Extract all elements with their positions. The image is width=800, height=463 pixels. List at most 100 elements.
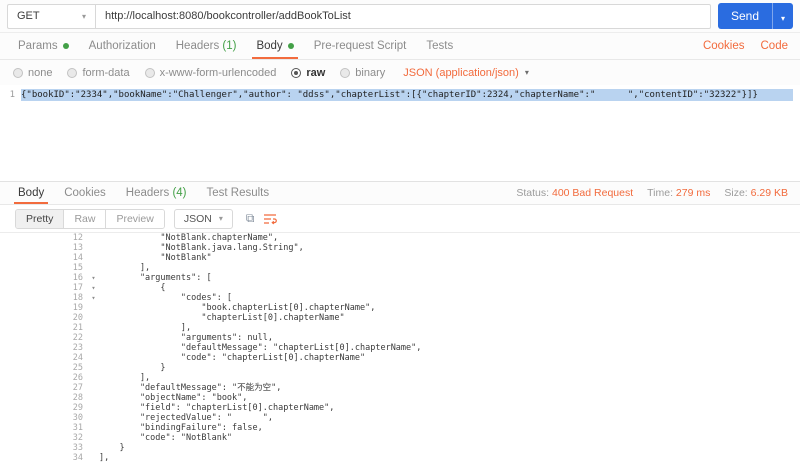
fold-gutter — [88, 303, 99, 313]
send-button-group: Send ▾ — [717, 3, 793, 29]
radio-icon — [340, 67, 351, 78]
response-viewer[interactable]: 12 "NotBlank.chapterName", 13 "NotBlank.j… — [0, 233, 800, 463]
code-text: "defaultMessage": "不能为空", — [99, 383, 282, 393]
send-options-button[interactable]: ▾ — [772, 3, 793, 29]
fold-toggle-icon[interactable]: ▾ — [88, 293, 99, 303]
copy-icon[interactable]: ⧉ — [246, 211, 255, 226]
content-type-dropdown[interactable]: JSON (application/json) ▾ — [403, 67, 529, 79]
response-toolbar: Pretty Raw Preview JSON ▾ ⧉ — [0, 205, 800, 233]
line-number: 12 — [72, 233, 83, 243]
code-text: ], — [99, 263, 151, 273]
url-input[interactable] — [95, 3, 711, 29]
body-mode-x-www-form-urlencoded[interactable]: x-www-form-urlencoded — [144, 67, 276, 79]
code-text: "arguments": [ — [99, 273, 212, 283]
response-tab-headers[interactable]: Headers (4) — [116, 182, 197, 204]
response-size: Size: 6.29 KB — [724, 187, 788, 199]
fold-gutter — [88, 243, 99, 253]
body-mode-binary[interactable]: binary — [340, 67, 385, 79]
response-tab-test-results[interactable]: Test Results — [197, 182, 280, 204]
method-dropdown[interactable]: GET ▾ — [7, 3, 95, 29]
response-format-dropdown[interactable]: JSON ▾ — [173, 208, 233, 229]
code-line: 13 "NotBlank.java.lang.String", — [0, 243, 800, 253]
fold-gutter — [88, 343, 99, 353]
fold-toggle-icon[interactable]: ▾ — [88, 273, 99, 283]
fold-gutter — [88, 443, 99, 453]
response-tabs: Body Cookies Headers (4) Test Results — [8, 182, 279, 204]
request-tab-pre-request-script[interactable]: Pre-request Script — [304, 33, 417, 59]
code-text: "rejectedValue": " ", — [99, 413, 273, 423]
request-body-line[interactable]: {"bookID":"2334","bookName":"Challenger"… — [21, 89, 793, 101]
code-line: 15 ], — [0, 263, 800, 273]
fold-gutter — [88, 393, 99, 403]
line-number: 31 — [72, 423, 83, 433]
radio-icon — [291, 67, 302, 78]
body-mode-label: form-data — [82, 66, 130, 79]
content-type-label: JSON (application/json) — [403, 66, 519, 79]
line-number: 18 — [72, 293, 83, 303]
response-tab-body[interactable]: Body — [8, 182, 54, 204]
request-body-editor[interactable]: 1 {"bookID":"2334","bookName":"Challenge… — [0, 85, 800, 182]
chevron-down-icon: ▾ — [81, 11, 86, 21]
body-mode-raw[interactable]: raw — [291, 67, 325, 79]
line-number: 17 — [72, 283, 83, 293]
chevron-down-icon: ▾ — [218, 214, 223, 223]
view-mode-pretty[interactable]: Pretty — [16, 209, 65, 228]
request-tab-tests[interactable]: Tests — [416, 33, 463, 59]
status-dot — [62, 43, 69, 49]
body-mode-none[interactable]: none — [13, 67, 52, 79]
body-mode-form-data[interactable]: form-data — [67, 66, 130, 79]
code-text: ], — [99, 323, 192, 333]
fold-gutter — [88, 313, 99, 323]
fold-gutter — [88, 323, 99, 333]
send-button[interactable]: Send — [717, 3, 772, 29]
code-line: 12 "NotBlank.chapterName", — [0, 233, 800, 243]
radio-icon — [144, 67, 155, 78]
code-text: "NotBlank" — [99, 253, 212, 263]
fold-toggle-icon[interactable]: ▾ — [88, 283, 99, 293]
code-line: 31 "bindingFailure": false, — [0, 423, 800, 433]
fold-gutter — [88, 453, 99, 463]
line-number: 1 — [9, 90, 15, 100]
line-number: 23 — [72, 343, 83, 353]
tab-label: Authorization — [88, 40, 156, 52]
body-mode-row: none form-data x-www-form-urlencoded raw bin… — [0, 60, 800, 85]
meta-value: 400 Bad Request — [551, 187, 634, 199]
request-tab-params[interactable]: Params — [8, 33, 79, 59]
code-line: 20 "chapterList[0].chapterName" — [0, 313, 800, 323]
response-meta: Status: 400 Bad Request Time: 279 ms Size:… — [516, 182, 792, 204]
code-link[interactable]: Code — [761, 40, 789, 52]
wrap-text-icon[interactable] — [263, 213, 278, 225]
tab-label: Headers — [175, 40, 220, 52]
cookies-link[interactable]: Cookies — [703, 40, 745, 52]
fold-gutter — [88, 373, 99, 383]
line-number: 24 — [72, 353, 83, 363]
code-text: "NotBlank.java.lang.String", — [99, 243, 304, 253]
request-url-bar: GET ▾ Send ▾ — [0, 0, 800, 33]
line-number: 26 — [72, 373, 83, 383]
request-tab-headers[interactable]: Headers (1) — [166, 33, 247, 59]
fold-gutter — [88, 353, 99, 363]
chevron-down-icon: ▾ — [524, 68, 529, 77]
code-line: 29 "field": "chapterList[0].chapterName"… — [0, 403, 800, 413]
code-text: "codes": [ — [99, 293, 233, 303]
view-mode-raw[interactable]: Raw — [64, 209, 107, 228]
code-line: 26 ], — [0, 373, 800, 383]
code-line: 27 "defaultMessage": "不能为空", — [0, 383, 800, 393]
tab-label: Tests — [426, 40, 454, 52]
response-tab-cookies[interactable]: Cookies — [54, 182, 116, 204]
line-number: 30 — [72, 413, 83, 423]
line-number: 20 — [72, 313, 83, 323]
line-number: 16 — [72, 273, 83, 283]
editor-line: 1 {"bookID":"2334","bookName":"Challenge… — [0, 89, 800, 101]
code-text: "field": "chapterList[0].chapterName", — [99, 403, 335, 413]
postman-window: GET ▾ Send ▾ Params Authorization Headers … — [0, 0, 800, 463]
response-format-label: JSON — [183, 212, 212, 225]
view-mode-preview[interactable]: Preview — [106, 209, 164, 228]
request-tab-body[interactable]: Body — [246, 33, 303, 59]
request-tabs-row: Params Authorization Headers (1) Body Pre-re… — [0, 33, 800, 60]
line-number: 13 — [72, 243, 83, 253]
request-tab-authorization[interactable]: Authorization — [79, 33, 166, 59]
line-number: 22 — [72, 333, 83, 343]
tab-label: Test Results — [206, 187, 270, 199]
line-number: 27 — [72, 383, 83, 393]
